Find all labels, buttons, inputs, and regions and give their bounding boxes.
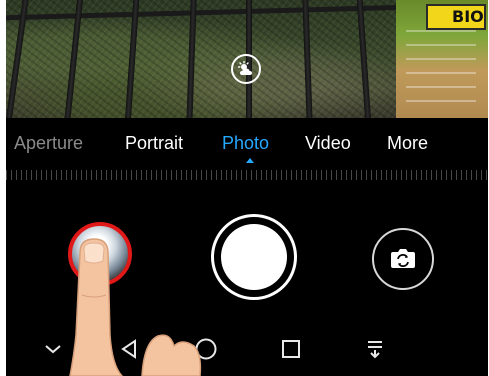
railing-top (6, 4, 406, 21)
notification-pull-icon (368, 341, 382, 359)
background-fence: BIO (396, 0, 488, 118)
mode-portrait[interactable]: Portrait (125, 133, 183, 154)
nav-notifications[interactable] (362, 336, 388, 362)
sign-text: BIO (452, 7, 484, 26)
camera-screen: BIO Aperture Portrait Photo Video More (6, 0, 488, 376)
camera-mode-selector: Aperture Portrait Photo Video More (6, 118, 488, 168)
mode-video[interactable]: Video (305, 133, 351, 154)
shutter-inner (221, 224, 287, 290)
nav-chevron-down[interactable] (40, 336, 66, 362)
second-finger-overlay (141, 334, 202, 376)
bar (186, 0, 197, 118)
bar (124, 0, 140, 118)
nav-recents[interactable] (278, 336, 304, 362)
bar (356, 0, 372, 118)
pointing-finger-overlay (69, 238, 124, 376)
recents-square-icon (282, 340, 300, 358)
fence-posts (406, 30, 476, 110)
switch-camera-button[interactable] (372, 228, 434, 290)
mode-more[interactable]: More (387, 133, 428, 154)
switch-camera-icon (391, 249, 415, 268)
zoom-tick-ruler[interactable] (6, 170, 488, 180)
camera-viewfinder[interactable]: BIO (6, 0, 488, 118)
active-mode-indicator (246, 158, 254, 163)
sun-cloud-icon (237, 61, 252, 75)
mode-photo[interactable]: Photo (222, 133, 269, 154)
mode-aperture[interactable]: Aperture (14, 133, 83, 154)
scene-detection-button[interactable] (231, 54, 261, 84)
chevron-down-icon (45, 345, 61, 354)
bar (302, 0, 313, 118)
background-sign: BIO (426, 4, 486, 30)
shutter-button[interactable] (211, 214, 297, 300)
